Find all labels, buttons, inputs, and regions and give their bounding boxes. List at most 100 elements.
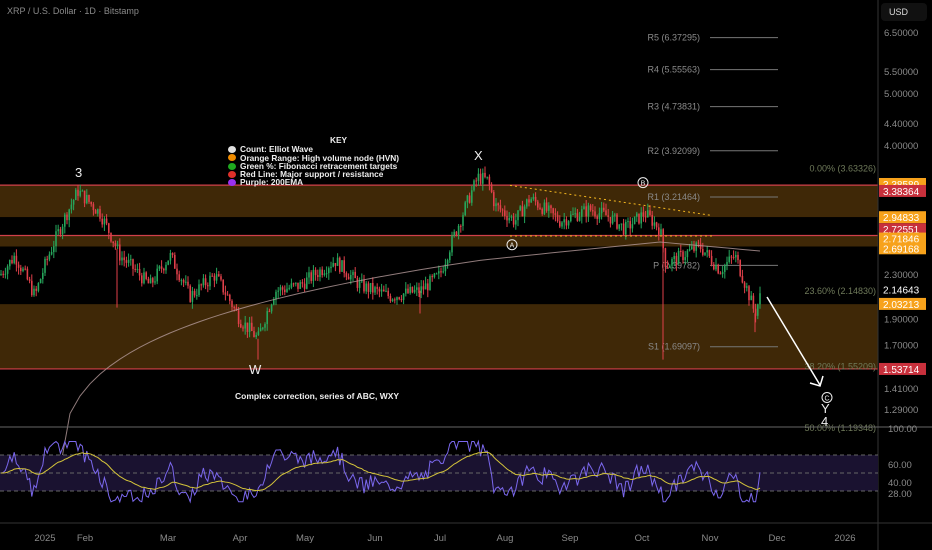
candle xyxy=(369,282,372,295)
candle-body xyxy=(374,287,376,293)
candle-body xyxy=(127,259,130,263)
candle-body xyxy=(554,213,557,215)
candle-body xyxy=(693,246,695,251)
candle-body xyxy=(339,257,341,272)
price-badge-label: 3.38364 xyxy=(883,187,920,198)
candle xyxy=(2,270,4,278)
candle-body xyxy=(328,268,330,274)
candle-body xyxy=(352,271,354,275)
candle xyxy=(748,285,750,306)
legend-key: KEY Count: Elliot Wave Orange Range: High… xyxy=(228,136,399,187)
candle xyxy=(735,251,737,263)
candle xyxy=(398,296,400,301)
candle-body xyxy=(570,214,572,222)
candle-body xyxy=(167,260,169,265)
candle xyxy=(321,266,323,278)
candle-body xyxy=(534,196,537,202)
candle xyxy=(158,265,161,272)
candle-body xyxy=(748,286,750,301)
candle-body xyxy=(61,226,64,235)
candle-body xyxy=(105,218,108,224)
candle-body xyxy=(48,254,51,260)
candle-body xyxy=(499,205,502,210)
candle-body xyxy=(88,194,90,202)
candle xyxy=(334,262,337,272)
candle xyxy=(708,249,711,258)
candle-body xyxy=(475,180,477,182)
color-dot-icon xyxy=(228,145,236,153)
candle-body xyxy=(163,268,165,271)
candle-body xyxy=(336,257,339,266)
price-chart[interactable]: R5 (6.37295) R4 (5.55563) R3 (4.73831) R2 (… xyxy=(0,0,932,550)
candle xyxy=(152,276,154,288)
candle-body xyxy=(413,289,416,293)
candle xyxy=(171,252,174,258)
candle-body xyxy=(666,266,669,268)
candle-body xyxy=(660,229,662,235)
candle xyxy=(385,283,387,293)
candle-body xyxy=(193,291,196,296)
time-tick: 2026 xyxy=(834,533,855,544)
candle-body xyxy=(323,273,326,275)
candle xyxy=(479,168,482,186)
candle xyxy=(229,293,231,305)
candle-body xyxy=(279,287,282,291)
candle-body xyxy=(477,173,480,182)
candle xyxy=(42,268,44,284)
candle-body xyxy=(640,212,642,224)
candle xyxy=(149,274,152,284)
time-tick: Apr xyxy=(233,533,248,544)
candle-body xyxy=(416,287,418,290)
candle-body xyxy=(64,214,66,227)
candle xyxy=(332,257,334,268)
candle-body xyxy=(691,246,693,250)
candle-body xyxy=(730,256,733,258)
candle xyxy=(440,267,442,278)
currency-button[interactable]: USD xyxy=(881,3,927,21)
candle xyxy=(374,285,376,296)
candle-body xyxy=(207,285,209,287)
candle-body xyxy=(233,307,235,309)
candle-body xyxy=(528,199,530,203)
candle-body xyxy=(158,266,161,269)
candle xyxy=(609,216,612,228)
candle-body xyxy=(202,278,205,286)
candle xyxy=(484,166,486,179)
rsi-tick: 40.00 xyxy=(888,478,912,489)
candle-body xyxy=(42,272,44,280)
candle xyxy=(354,267,356,279)
candle xyxy=(616,212,618,230)
candle-body xyxy=(625,221,627,235)
candle-body xyxy=(101,218,103,225)
candle xyxy=(11,255,13,265)
time-tick: 2025 xyxy=(34,533,55,544)
candle-body xyxy=(466,195,469,203)
candle xyxy=(303,278,306,292)
hvn-zone xyxy=(0,185,878,218)
price-tick: 5.50000 xyxy=(884,67,918,78)
candle xyxy=(347,273,350,280)
fib-label: 50.00% (1.19348) xyxy=(804,423,876,433)
candle-body xyxy=(251,322,253,331)
candle xyxy=(336,253,339,266)
candle-body xyxy=(596,216,598,219)
candle-body xyxy=(365,283,367,292)
candle-body xyxy=(490,184,493,193)
candle xyxy=(68,208,70,228)
candle-body xyxy=(288,287,290,289)
candle xyxy=(726,256,728,271)
candle xyxy=(222,279,224,295)
candle-body xyxy=(378,288,381,292)
candle xyxy=(275,289,277,306)
candle xyxy=(211,273,213,277)
candle xyxy=(24,265,26,271)
candle xyxy=(706,246,708,258)
candle xyxy=(629,216,631,236)
candle xyxy=(704,252,706,257)
candle-body xyxy=(587,205,590,217)
key-item: Purple: 200EMA xyxy=(228,178,399,187)
candle-body xyxy=(512,216,515,225)
pivot-label: R3 (4.73831) xyxy=(647,102,700,112)
candle-body xyxy=(50,252,53,255)
candle-body xyxy=(488,176,491,185)
